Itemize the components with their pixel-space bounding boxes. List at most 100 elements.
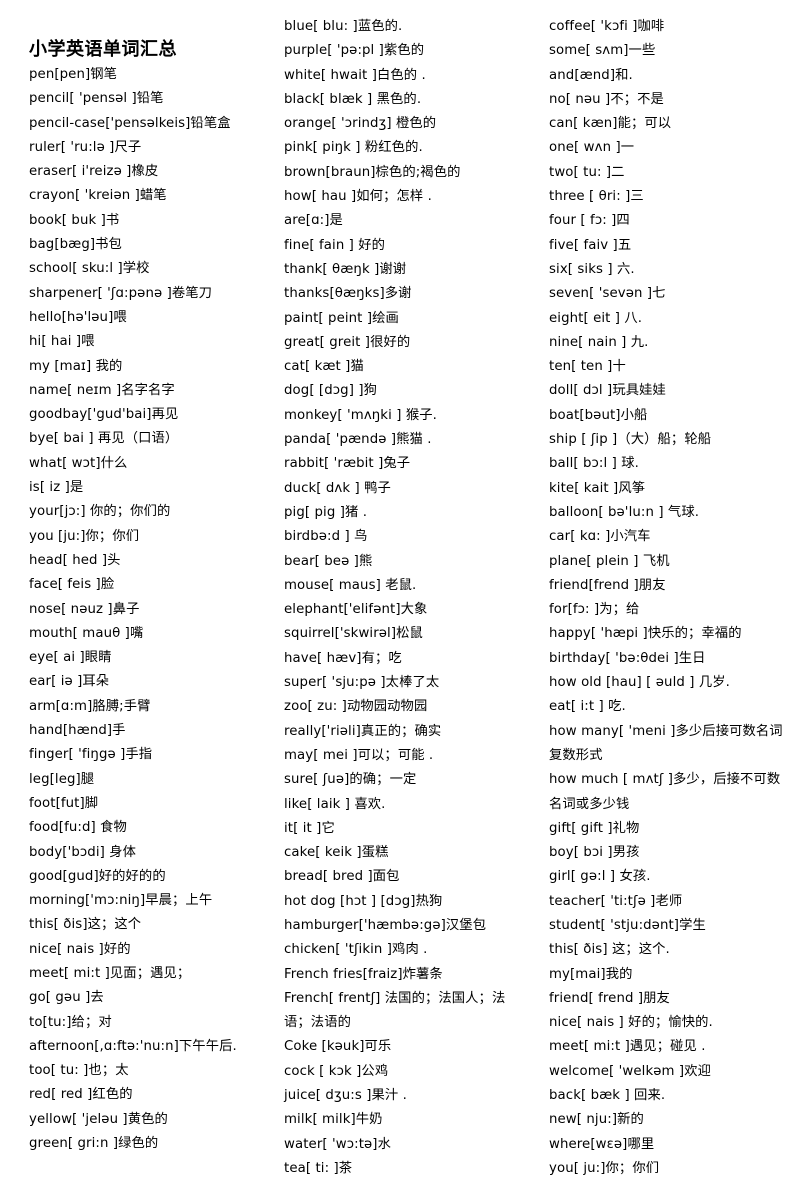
vocabulary-entry: how many[ 'meni ]多少后接可数名词复数形式 <box>549 723 783 763</box>
vocabulary-entry: elephant['elifənt]大象 <box>284 602 428 618</box>
vocabulary-entry: white[ hwait ]白色的 . <box>284 67 426 83</box>
vocabulary-entry: friend[ frend ]朋友 <box>549 990 670 1006</box>
vocabulary-entry: new[ nju:]新的 <box>549 1112 644 1128</box>
vocabulary-entry: some[ sʌm]一些 <box>549 43 656 59</box>
vocabulary-entry: juice[ dʒu:s ]果汁 . <box>284 1088 407 1104</box>
vocabulary-entry: face[ feis ]脸 <box>29 577 115 593</box>
vocabulary-entry: is[ iz ]是 <box>29 480 84 496</box>
vocabulary-entry: my[mai]我的 <box>549 966 633 982</box>
vocabulary-entry: meet[ mi:t ]见面；遇见； <box>29 965 191 981</box>
vocabulary-entry: back[ bæk ] 回来. <box>549 1088 666 1104</box>
vocabulary-entry: mouth[ mauθ ]嘴 <box>29 625 144 641</box>
vocabulary-entry: how much [ mʌtʃ ]多少，后接不可数名词或多少钱 <box>549 772 781 812</box>
vocabulary-entry: are[ɑ:]是 <box>284 213 343 229</box>
vocabulary-entry: hello[hə'ləu]喂 <box>29 309 127 325</box>
vocabulary-entry: afternoon[,ɑ:ftə:'nu:n]下午午后. <box>29 1038 237 1054</box>
vocabulary-entry: purple[ 'pə:pl ]紫色的 <box>284 43 425 59</box>
vocabulary-entry: bag[bæg]书包 <box>29 237 122 253</box>
vocabulary-entry: car[ kɑ: ]小汽车 <box>549 529 651 545</box>
vocabulary-entry: and[ænd]和. <box>549 67 633 83</box>
vocabulary-entry: nine[ nain ] 九. <box>549 334 649 350</box>
vocabulary-entry: plane[ plein ] 飞机 <box>549 553 670 569</box>
vocabulary-entry: five[ faiv ]五 <box>549 237 632 253</box>
vocabulary-entry: you[ ju:]你；你们 <box>549 1160 660 1176</box>
vocabulary-entry: food[fu:d] 食物 <box>29 820 127 836</box>
vocabulary-entry: black[ blæk ] 黑色的. <box>284 91 422 107</box>
vocabulary-entry: go[ gəu ]去 <box>29 990 104 1006</box>
vocabulary-entry: green[ gri:n ]绿色的 <box>29 1136 159 1152</box>
vocabulary-entry: thank[ θæŋk ]谢谢 <box>284 261 407 277</box>
vocabulary-column-3: coffee[ 'kɔfi ]咖啡 some[ sʌm]一些 and[ænd]和. n… <box>549 15 789 1181</box>
vocabulary-entry: gift[ gift ]礼物 <box>549 820 640 836</box>
vocabulary-entry: yellow[ 'jeləu ]黄色的 <box>29 1111 168 1127</box>
vocabulary-entry: kite[ kait ]风筝 <box>549 480 646 496</box>
vocabulary-entry: foot[fut]脚 <box>29 795 99 811</box>
vocabulary-entry: French fries[fraiz]炸薯条 <box>284 966 443 982</box>
vocabulary-entry: six[ siks ] 六. <box>549 261 635 277</box>
vocabulary-entry: friend[frend ]朋友 <box>549 577 666 593</box>
vocabulary-entry: crayon[ 'kreiən ]蜡笔 <box>29 188 167 204</box>
vocabulary-entry: no[ nəu ]不；不是 <box>549 91 664 107</box>
vocabulary-entry: ball[ bɔ:l ] 球. <box>549 456 639 472</box>
vocabulary-entry: may[ mei ]可以；可能 . <box>284 747 434 763</box>
vocabulary-entry: this[ ðis]这；这个 <box>29 917 142 933</box>
vocabulary-entry: boat[bəut]小船 <box>549 407 648 423</box>
vocabulary-entry: arm[ɑ:m]胳膊;手臂 <box>29 698 151 714</box>
vocabulary-entry: how old [hau] [ əuld ] 几岁. <box>549 675 730 691</box>
vocabulary-entry: where[wɛə]哪里 <box>549 1136 655 1152</box>
vocabulary-entry: pink[ piŋk ] 粉红色的. <box>284 140 423 156</box>
vocabulary-entry: morning['mɔ:niŋ]早晨；上午 <box>29 893 213 909</box>
vocabulary-entry: girl[ gə:l ] 女孩. <box>549 869 651 885</box>
vocabulary-entry: ship [ ʃip ]（大）船；轮船 <box>549 432 712 448</box>
vocabulary-entry: water[ 'wɔ:tə]水 <box>284 1136 391 1152</box>
vocabulary-entry: meet[ mi:t ]遇见；碰见 . <box>549 1039 706 1055</box>
vocabulary-entry: dog[ [dɔg] ]狗 <box>284 383 378 399</box>
vocabulary-entry: Coke [kəuk]可乐 <box>284 1039 392 1055</box>
vocabulary-entry: rabbit[ 'ræbit ]兔子 <box>284 456 411 472</box>
vocabulary-entry: to[tu:]给；对 <box>29 1014 112 1030</box>
vocabulary-entry: really['riəli]真正的；确实 <box>284 723 442 739</box>
vocabulary-entry: birthday[ 'bə:θdei ]生日 <box>549 650 706 666</box>
vocabulary-entry: eraser[ i'reizə ]橡皮 <box>29 164 159 180</box>
vocabulary-entry: bread[ bred ]面包 <box>284 869 400 885</box>
vocabulary-entry: tea[ ti: ]茶 <box>284 1160 353 1176</box>
vocabulary-entry: seven[ 'sevən ]七 <box>549 286 666 302</box>
vocabulary-entry: pen[pen]钢笔 <box>29 67 118 82</box>
vocabulary-entry: boy[ bɔi ]男孩 <box>549 845 640 861</box>
vocabulary-entry: hi[ hai ]喂 <box>29 334 95 350</box>
vocabulary-entry: eight[ eit ] 八. <box>549 310 643 326</box>
vocabulary-entry: red[ red ]红色的 <box>29 1087 133 1103</box>
vocabulary-entry: paint[ peint ]绘画 <box>284 310 399 326</box>
vocabulary-entry: happy[ 'hæpi ]快乐的；幸福的 <box>549 626 742 642</box>
vocabulary-entry: sharpener[ 'ʃɑ:pənə ]卷笔刀 <box>29 285 213 301</box>
vocabulary-entry: eye[ ai ]眼睛 <box>29 650 112 666</box>
vocabulary-entry: thanks[θæŋks]多谢 <box>284 286 412 302</box>
document-page: 小学英语单词汇总 pen[pen]钢笔 pencil[ 'pensəl ]铅笔 pe… <box>0 0 793 1176</box>
vocabulary-entry: four [ fɔ: ]四 <box>549 213 630 229</box>
vocabulary-entry: chicken[ 'tʃikin ]鸡肉 . <box>284 942 428 958</box>
vocabulary-entry: head[ hed ]头 <box>29 552 121 568</box>
vocabulary-entry: good[gud]好的好的的 <box>29 868 166 884</box>
vocabulary-entry: birdbə:d ] 鸟 <box>284 529 368 545</box>
vocabulary-entry: goodbay['gud'bai]再见 <box>29 407 179 423</box>
vocabulary-entry: school[ sku:l ]学校 <box>29 261 150 277</box>
vocabulary-entry: doll[ dɔl ]玩具娃娃 <box>549 383 666 399</box>
vocabulary-entry: name[ neɪm ]名字名字 <box>29 382 175 398</box>
vocabulary-entry: ear[ iə ]耳朵 <box>29 674 110 690</box>
vocabulary-entry: bear[ beə ]熊 <box>284 553 373 569</box>
vocabulary-entry: nice[ nais ] 好的；愉快的. <box>549 1015 713 1031</box>
vocabulary-entry: for[fɔ: ]为；给 <box>549 602 640 618</box>
vocabulary-entry: your[jɔ:] 你的；你们的 <box>29 504 171 520</box>
vocabulary-entry: hamburger['hæmbə:gə]汉堡包 <box>284 917 487 933</box>
vocabulary-entry: ten[ ten ]十 <box>549 359 626 375</box>
vocabulary-entry: teacher[ 'ti:tʃə ]老师 <box>549 893 683 909</box>
vocabulary-entry: one[ wʌn ]一 <box>549 140 635 156</box>
vocabulary-entry: cock [ kɔk ]公鸡 <box>284 1063 389 1079</box>
vocabulary-entry: three [ θri: ]三 <box>549 189 644 205</box>
vocabulary-entry: great[ greit ]很好的 <box>284 334 411 350</box>
vocabulary-entry: orange[ 'ɔrindʒ] 橙色的 <box>284 116 437 132</box>
vocabulary-entry: sure[ ʃuə]的确；一定 <box>284 772 417 788</box>
vocabulary-entry: two[ tu: ]二 <box>549 164 625 180</box>
vocabulary-entry: leg[leg]腿 <box>29 771 95 787</box>
vocabulary-entry: blue[ blu: ]蓝色的. <box>284 19 403 34</box>
